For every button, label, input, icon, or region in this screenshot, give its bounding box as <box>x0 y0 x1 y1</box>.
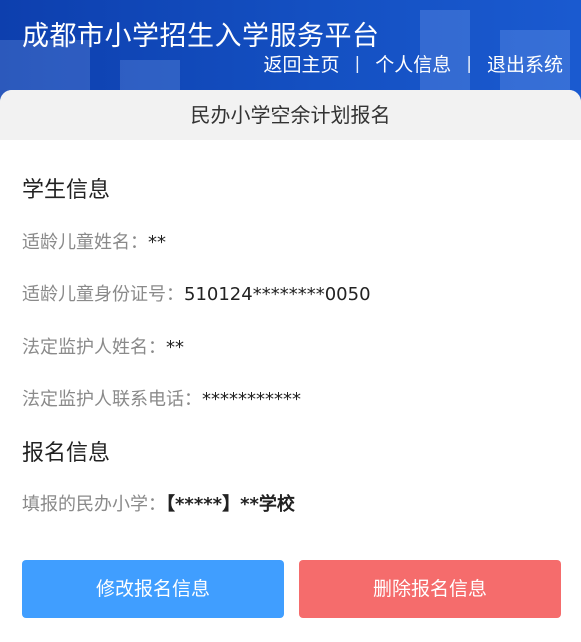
student-info-heading: 学生信息 <box>22 178 111 203</box>
nav-separator: | <box>466 53 472 74</box>
field-label: 填报的民办小学： <box>22 494 166 515</box>
field-value: ** <box>166 337 184 358</box>
child-id-row: 适龄儿童身份证号：510124********0050 <box>22 280 371 306</box>
nav-profile-link[interactable]: 个人信息 <box>375 50 451 77</box>
page-title: 民办小学空余计划报名 <box>0 90 581 140</box>
school-row: 填报的民办小学：【*****】**学校 <box>22 490 295 516</box>
field-label: 法定监护人联系电话： <box>22 389 202 410</box>
app-title: 成都市小学招生入学服务平台 <box>22 21 380 52</box>
field-value: 510124********0050 <box>184 284 371 305</box>
guardian-name-row: 法定监护人姓名：** <box>22 333 184 359</box>
field-value: ** <box>148 232 166 253</box>
field-label: 适龄儿童姓名： <box>22 232 148 253</box>
nav-logout-link[interactable]: 退出系统 <box>487 50 563 77</box>
field-value: 【*****】**学校 <box>166 494 295 515</box>
top-nav: 返回主页 | 个人信息 | 退出系统 <box>263 50 563 77</box>
nav-home-link[interactable]: 返回主页 <box>263 50 339 77</box>
field-value: *********** <box>202 389 301 410</box>
guardian-phone-row: 法定监护人联系电话：*********** <box>22 385 301 411</box>
field-label: 法定监护人姓名： <box>22 337 166 358</box>
field-label: 适龄儿童身份证号： <box>22 284 184 305</box>
child-name-row: 适龄儿童姓名：** <box>22 228 166 254</box>
registration-info-heading: 报名信息 <box>22 441 111 466</box>
edit-registration-button[interactable]: 修改报名信息 <box>22 560 284 618</box>
nav-separator: | <box>354 53 361 74</box>
delete-registration-button[interactable]: 删除报名信息 <box>299 560 561 618</box>
header-banner: 成都市小学招生入学服务平台 返回主页 | 个人信息 | 退出系统 <box>0 0 581 104</box>
